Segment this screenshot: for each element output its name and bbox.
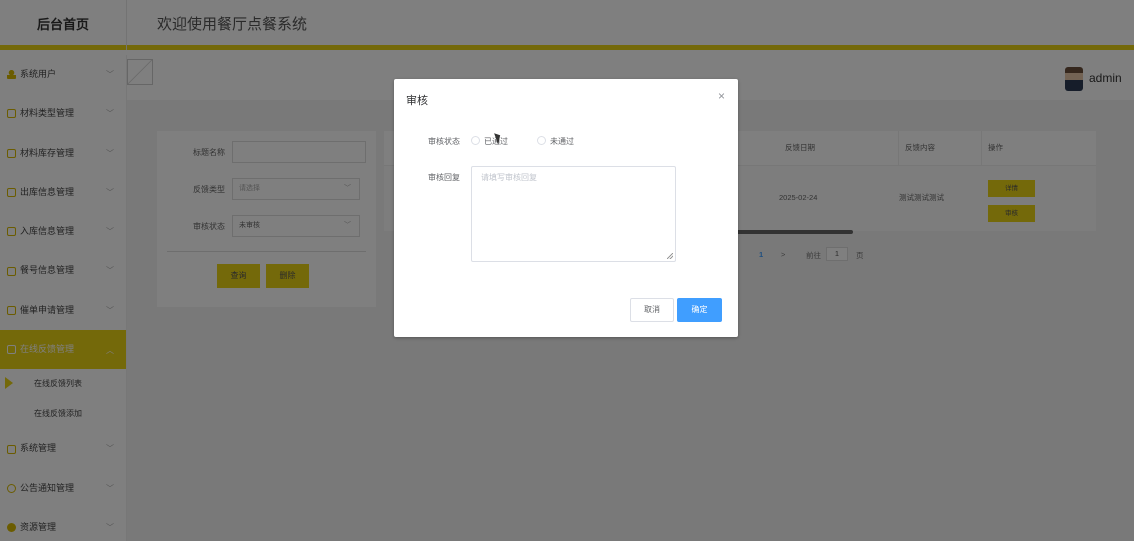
reply-textarea[interactable]: 请填写审核回复 bbox=[471, 166, 676, 262]
dialog-title: 审核 bbox=[406, 95, 428, 107]
reply-field-label: 审核回复 bbox=[428, 173, 460, 182]
radio-failed-label: 未通过 bbox=[550, 137, 574, 146]
confirm-button[interactable]: 确定 bbox=[677, 298, 722, 322]
cancel-button[interactable]: 取消 bbox=[630, 298, 674, 322]
radio-circle-icon bbox=[537, 136, 546, 145]
radio-failed[interactable]: 未通过 bbox=[537, 136, 574, 147]
review-dialog: 审核 × 审核状态 已通过 未通过 审核回复 请填写审核回复 取消 确定 bbox=[394, 79, 738, 337]
close-icon[interactable]: × bbox=[718, 89, 725, 103]
status-field-label: 审核状态 bbox=[428, 137, 460, 146]
radio-circle-icon bbox=[471, 136, 480, 145]
